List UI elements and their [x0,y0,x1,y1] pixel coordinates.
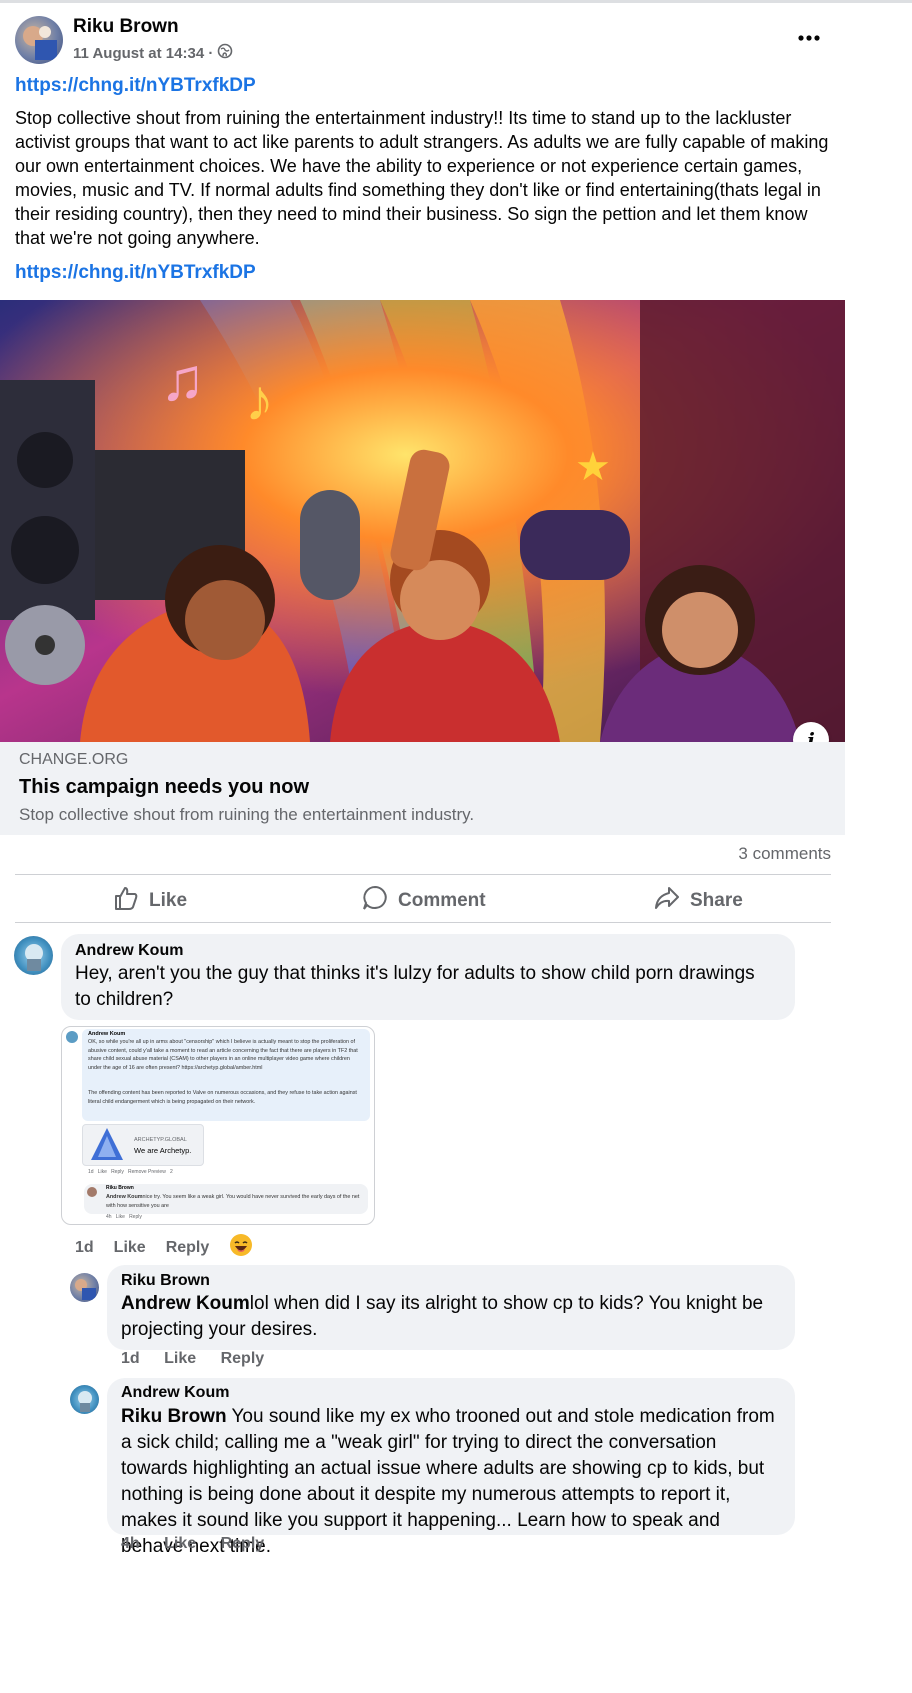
post-timestamp[interactable]: 11 August at 14:34 · [73,45,213,62]
preview-image[interactable]: ♫ ♪ ★ [0,300,845,742]
reply-author[interactable]: Riku Brown [121,1272,210,1290]
screenshot-reply-author: Riku Brown [106,1185,134,1191]
share-label: Share [690,890,743,911]
screenshot-reply-text: nice try. You seem like a weak girl. You… [106,1194,360,1209]
reply-meta: 1d Like Reply [121,1350,284,1368]
reply-like-link[interactable]: Like [164,1350,196,1367]
archetyp-logo [89,1127,125,1166]
screenshot-reply-meta: 4h Like Reply [106,1214,142,1220]
divider [15,874,831,875]
preview-domain: CHANGE.ORG [19,751,129,768]
globe-icon [217,43,233,64]
like-label: Like [149,890,188,911]
commenter-avatar[interactable] [14,936,53,975]
reply-author-avatar[interactable] [70,1273,99,1302]
screenshot-paragraph: The offending content has been reported … [88,1090,357,1105]
comment-button[interactable]: Comment [362,885,486,917]
post-link-bottom[interactable]: https://chng.it/nYBTrxfkDP [15,262,256,284]
svg-text:★: ★ [575,445,611,489]
comments-count[interactable]: 3 comments [738,844,831,864]
reply-age[interactable]: 1d [121,1350,140,1367]
comment-author[interactable]: Andrew Koum [75,942,183,960]
screenshot-meta: 1d Like Reply Remove Preview 2 [88,1169,173,1175]
reply-meta: 4h Like Reply [121,1535,284,1553]
screenshot-paragraph: OK, so while you're all up in arms about… [88,1039,358,1071]
share-button[interactable]: Share [654,885,743,917]
divider [15,922,831,923]
reply-like-link[interactable]: Like [164,1535,196,1552]
comment-like-link[interactable]: Like [114,1239,146,1257]
reply-reply-link[interactable]: Reply [221,1350,265,1367]
reply-reply-link[interactable]: Reply [221,1535,265,1552]
screenshot-reply-mention: Andrew Koum [106,1194,143,1200]
like-button[interactable]: Like [113,885,187,917]
preview-description: Stop collective shout from ruining the e… [19,805,475,824]
post-link-top[interactable]: https://chng.it/nYBTrxfkDP [15,75,256,97]
share-arrow-icon [654,885,680,917]
comment-label: Comment [398,890,486,911]
comment-reply-link[interactable]: Reply [166,1239,210,1257]
comment-text: Hey, aren't you the guy that thinks it's… [75,963,755,1010]
reply-mention[interactable]: Andrew Koum [121,1293,250,1314]
preview-title: This campaign needs you now [19,776,310,798]
author-avatar[interactable] [15,16,63,64]
screenshot-author: Andrew Koum [88,1031,126,1037]
svg-text:♫: ♫ [160,346,205,413]
thumbs-up-icon [113,885,139,917]
speech-bubble-icon [362,885,388,917]
top-divider [0,0,912,3]
screenshot-link-title: We are Archetyp. [134,1146,192,1155]
post-body: Stop collective shout from ruining the e… [15,108,829,248]
reply-mention[interactable]: Riku Brown [121,1406,227,1427]
attached-screenshot[interactable]: Andrew Koum OK, so while you're all up i… [61,1026,375,1225]
comment-age[interactable]: 1d [75,1239,94,1257]
svg-text:♪: ♪ [245,368,274,433]
reply-author[interactable]: Andrew Koum [121,1384,229,1402]
author-name[interactable]: Riku Brown [73,16,179,38]
more-options-icon[interactable] [795,28,825,48]
screenshot-link-domain: ARCHETYP.GLOBAL [134,1137,187,1143]
reply-author-avatar[interactable] [70,1385,99,1414]
reply-age[interactable]: 4h [121,1535,140,1552]
post-timestamp-row: 11 August at 14:34 · [73,43,233,64]
reply-text-block: Andrew Koumlol when did I say its alrigh… [121,1291,781,1343]
comment-meta: 1d Like Reply [75,1233,273,1262]
laughing-emoji-icon[interactable] [229,1233,253,1262]
